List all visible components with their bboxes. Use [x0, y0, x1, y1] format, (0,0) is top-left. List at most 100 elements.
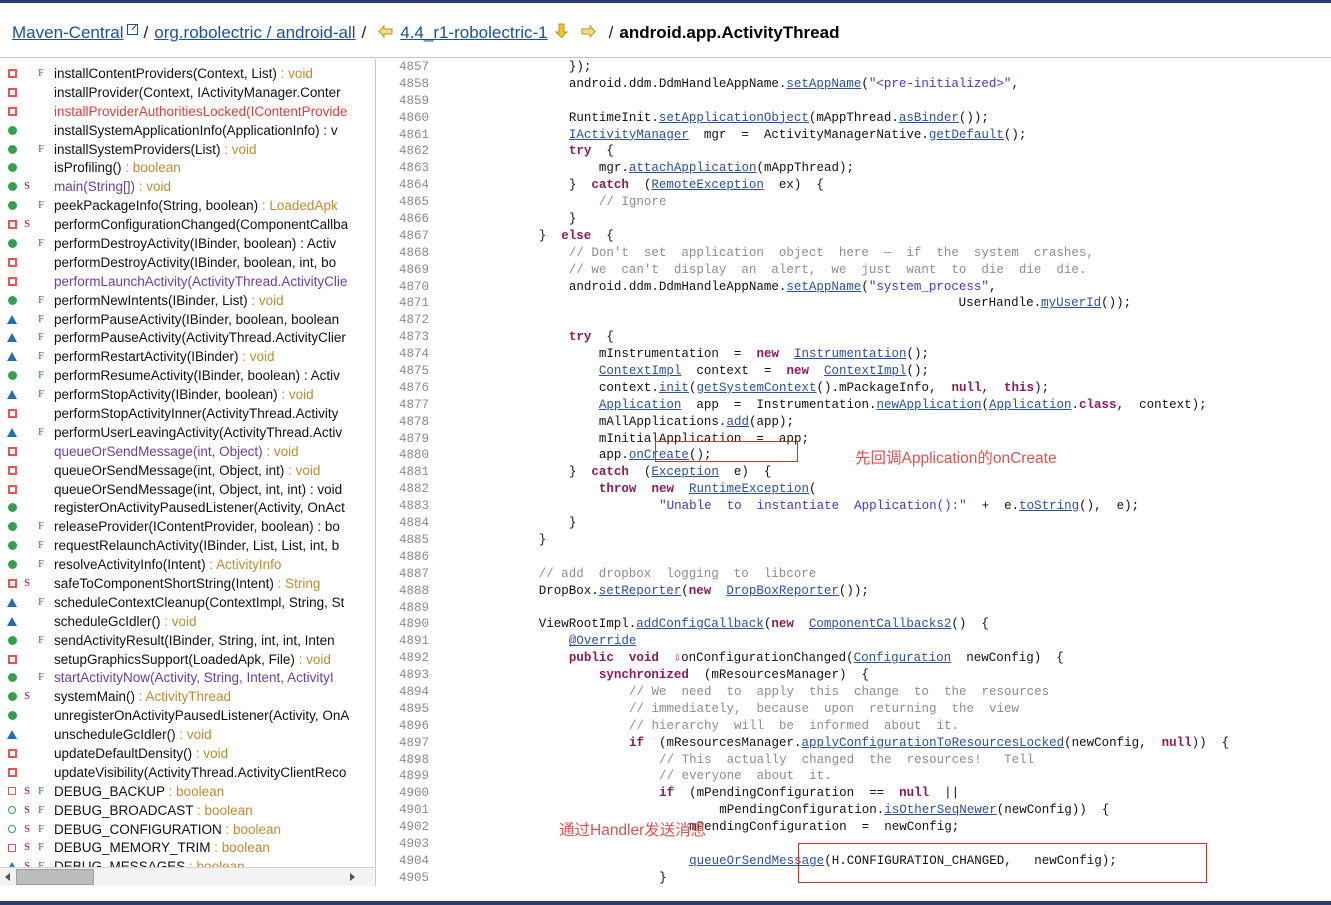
tree-item[interactable]: installSystemApplicationInfo(Application… — [0, 121, 360, 140]
tree-item[interactable]: FstartActivityNow(Activity, String, Inte… — [0, 669, 360, 688]
source-code-viewer[interactable]: 4857}); 4858 android.ddm.DdmHandleAppName.… — [377, 59, 1331, 905]
code-token-pl: onConfigurationChanged( — [681, 651, 854, 666]
tree-item[interactable]: FsendActivityResult(IBinder, String, int… — [0, 631, 360, 650]
tree-item[interactable]: performStopActivityInner(ActivityThread.… — [0, 404, 360, 423]
tree-item[interactable]: FinstallSystemProviders(List) : void — [0, 140, 360, 159]
tree-item[interactable]: FreleaseProvider(IContentProvider, boole… — [0, 517, 360, 536]
tree-item-return-type: : void — [277, 387, 314, 403]
code-token-lnk[interactable]: newApplication — [876, 398, 981, 412]
scroll-right-button[interactable] — [345, 868, 360, 886]
code-token-pl: } — [568, 516, 577, 531]
code-line-content: DropBox.setReporter(new DropBoxReporter(… — [539, 583, 869, 600]
code-token-ann[interactable]: @Override — [569, 634, 637, 648]
tree-item[interactable]: FscheduleContextCleanup(ContextImpl, Str… — [0, 593, 360, 612]
tree-item[interactable]: S F DEBUG_BROADCAST : boolean — [0, 801, 360, 820]
tree-item[interactable]: FperformStopActivity(IBinder, boolean) :… — [0, 385, 360, 404]
code-token-lnk[interactable]: add — [726, 415, 749, 429]
tree-item[interactable]: SsafeToComponentShortString(Intent) : St… — [0, 574, 360, 593]
tree-item[interactable]: unregisterOnActivityPausedListener(Activ… — [0, 706, 360, 725]
code-token-lnk[interactable]: isOtherSeqNewer — [884, 803, 997, 817]
breadcrumb-maven-central[interactable]: Maven-Central — [12, 23, 124, 43]
tree-item[interactable]: FperformRestartActivity(IBinder) : void — [0, 347, 360, 366]
tree-item[interactable]: unscheduleGcIdler() : void — [0, 725, 360, 744]
tree-item[interactable]: S F DEBUG_MEMORY_TRIM : boolean — [0, 839, 360, 858]
code-token-lnk[interactable]: ContextImpl — [599, 364, 682, 378]
code-token-lnk[interactable]: setAppName — [786, 77, 861, 91]
code-token-pl: ( — [681, 583, 689, 598]
code-token-lnk[interactable]: Exception — [651, 465, 719, 479]
tree-item[interactable]: isProfiling() : boolean — [0, 158, 360, 177]
breadcrumb-artifact[interactable]: org.robolectric / android-all — [154, 23, 355, 43]
member-icon-glyph — [7, 390, 17, 400]
protected-visibility-icon — [4, 616, 20, 626]
tree-item[interactable]: FrequestRelaunchActivity(IBinder, List, … — [0, 536, 360, 555]
code-token-lnk[interactable]: asBinder — [899, 111, 959, 125]
member-icon-glyph — [7, 730, 17, 740]
scroll-left-button[interactable] — [0, 868, 15, 886]
tree-item[interactable]: performDestroyActivity(IBinder, boolean,… — [0, 253, 360, 272]
tree-item[interactable]: installProviderAuthoritiesLocked(IConten… — [0, 102, 360, 121]
arrow-left-icon[interactable] — [378, 24, 394, 44]
tree-item[interactable]: FperformPauseActivity(IBinder, boolean, … — [0, 310, 360, 329]
code-token-lnk[interactable]: setApplicationObject — [659, 111, 809, 125]
member-icon-glyph — [7, 238, 17, 248]
code-token-lnk[interactable]: getDefault — [929, 128, 1004, 142]
tree-item[interactable]: SsystemMain() : ActivityThread — [0, 687, 360, 706]
tree-item-label: startActivityNow(Activity, String, Inten… — [54, 670, 334, 686]
tree-item[interactable]: installProvider(Context, IActivityManage… — [0, 83, 360, 102]
tree-item[interactable]: S F DEBUG_BACKUP : boolean — [0, 782, 360, 801]
tree-item[interactable]: SperformConfigurationChanged(ComponentCa… — [0, 215, 360, 234]
code-token-pl: ()); — [838, 583, 869, 598]
tree-item[interactable]: setupGraphicsSupport(LoadedApk, File) : … — [0, 650, 360, 669]
code-token-lnk[interactable]: setReporter — [599, 584, 682, 598]
tree-item[interactable]: FperformNewIntents(IBinder, List) : void — [0, 291, 360, 310]
tree-item[interactable]: updateDefaultDensity() : void — [0, 744, 360, 763]
tree-item[interactable]: S F DEBUG_CONFIGURATION : boolean — [0, 820, 360, 839]
member-tree-panel[interactable]: FinstallContentProviders(Context, List) … — [0, 59, 376, 886]
arrow-down-icon[interactable] — [554, 23, 569, 44]
arrow-right-icon[interactable] — [581, 24, 597, 44]
code-token-lnk[interactable]: RuntimeException — [689, 482, 809, 496]
code-token-lnk[interactable]: RemoteException — [651, 178, 764, 192]
tree-item[interactable]: FperformUserLeavingActivity(ActivityThre… — [0, 423, 360, 442]
code-token-lnk[interactable]: IActivityManager — [569, 128, 689, 142]
code-token-lnk[interactable]: DropBoxReporter — [726, 584, 839, 598]
code-token-lnk[interactable]: Application — [599, 398, 682, 412]
tree-item[interactable]: FperformResumeActivity(IBinder, boolean)… — [0, 366, 360, 385]
member-icon-glyph — [7, 711, 17, 721]
tree-item[interactable]: registerOnActivityPausedListener(Activit… — [0, 498, 360, 517]
tree-item[interactable]: FperformDestroyActivity(IBinder, boolean… — [0, 234, 360, 253]
code-token-lnk[interactable]: getSystemContext — [696, 381, 816, 395]
code-token-lnk[interactable]: Application — [989, 398, 1072, 412]
code-token-lnk[interactable]: applyConfigurationToResourcesLocked — [802, 736, 1065, 750]
code-token-lnk[interactable]: Configuration — [854, 651, 952, 665]
tree-item[interactable]: updateVisibility(ActivityThread.Activity… — [0, 763, 360, 782]
tree-item[interactable]: FresolveActivityInfo(Intent) : ActivityI… — [0, 555, 360, 574]
code-token-lnk[interactable]: addConfigCallback — [636, 617, 764, 631]
tree-item[interactable]: FperformPauseActivity(ActivityThread.Act… — [0, 328, 360, 347]
code-token-lnk[interactable]: Instrumentation — [794, 347, 907, 361]
line-number: 4859 — [398, 93, 429, 108]
code-token-lnk[interactable]: ContextImpl — [824, 364, 907, 378]
tree-item[interactable]: Smain(String[]) : void — [0, 177, 360, 196]
tree-item[interactable]: queueOrSendMessage(int, Object) : void — [0, 442, 360, 461]
tree-item[interactable]: queueOrSendMessage(int, Object, int, int… — [0, 480, 360, 499]
page-title: android.app.ActivityThread — [619, 22, 840, 42]
tree-item[interactable]: queueOrSendMessage(int, Object, int) : v… — [0, 461, 360, 480]
tree-item[interactable]: performLaunchActivity(ActivityThread.Act… — [0, 272, 360, 291]
code-token-k: new — [651, 482, 674, 497]
code-token-lnk[interactable]: setAppName — [786, 280, 861, 294]
code-token-lnk[interactable]: attachApplication — [629, 161, 757, 175]
horizontal-scroll-thumb[interactable] — [16, 869, 94, 885]
code-token-lnk[interactable]: init — [659, 381, 689, 395]
code-token-lnk[interactable]: toString — [1019, 499, 1079, 513]
code-token-lnk[interactable]: ComponentCallbacks2 — [809, 617, 952, 631]
breadcrumb-separator-2: / — [361, 22, 367, 42]
tree-item[interactable]: scheduleGcIdler() : void — [0, 612, 360, 631]
breadcrumb-version[interactable]: 4.4_r1-robolectric-1 — [400, 23, 547, 43]
tree-horizontal-scrollbar[interactable] — [0, 867, 375, 886]
tree-item[interactable]: FinstallContentProviders(Context, List) … — [0, 64, 360, 83]
code-token-lnk[interactable]: myUserId — [1041, 296, 1101, 310]
tree-item[interactable]: FpeekPackageInfo(String, boolean) : Load… — [0, 196, 360, 215]
